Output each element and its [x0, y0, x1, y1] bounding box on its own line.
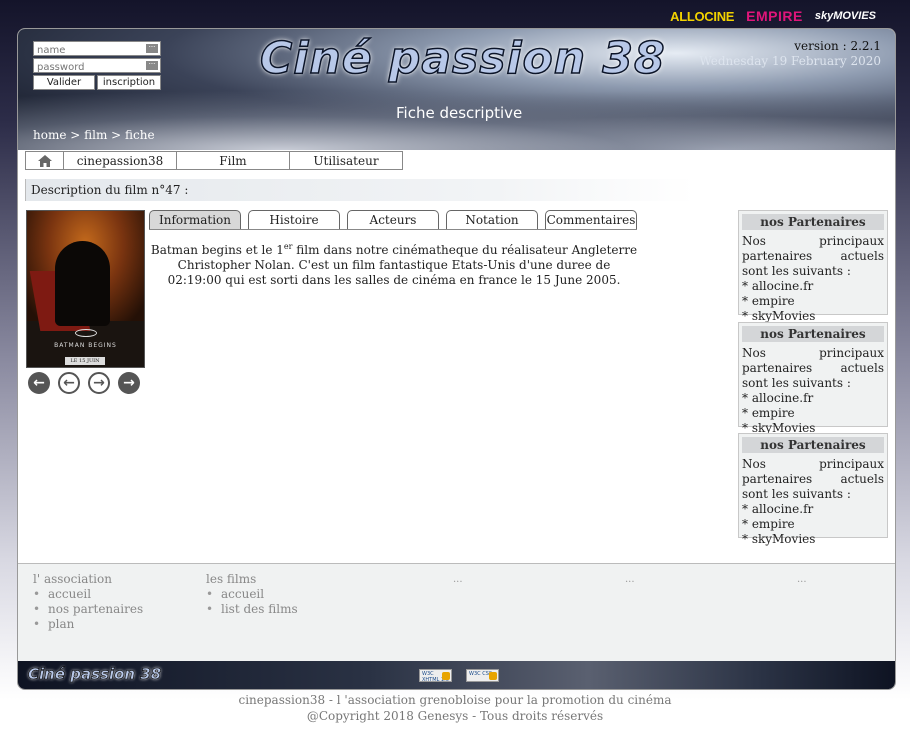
footer-placeholder: ...: [453, 574, 463, 585]
partner-link[interactable]: * skyMovies: [742, 532, 884, 547]
allocine-logo[interactable]: ALLOCINE: [670, 9, 734, 24]
check-icon: [489, 672, 497, 680]
partner-logos-top: ALLOCINE EMPIRE skyMOVIES: [670, 8, 876, 24]
partners-box: nos Partenaires Nos principaux partenair…: [738, 210, 888, 323]
partners-box-text: Nos principaux partenaires actuels sont …: [742, 457, 884, 501]
w3c-css-badge[interactable]: W3C CSS: [466, 669, 499, 682]
partner-link[interactable]: * empire: [742, 294, 884, 309]
header-banner: ··· ··· Valider inscription Ciné passion…: [18, 29, 895, 150]
description-title: Description du film n°47 :: [25, 179, 695, 201]
nav-home[interactable]: [25, 151, 64, 170]
partners-box-title: nos Partenaires: [742, 326, 884, 342]
partners-box-text: Nos principaux partenaires actuels sont …: [742, 234, 884, 278]
footer-films-title: les films: [206, 572, 257, 586]
password-input[interactable]: [34, 61, 139, 74]
info-text-part1: Batman begins et le 1: [150, 243, 284, 257]
tab-acteurs[interactable]: Acteurs: [347, 210, 439, 229]
empire-logo[interactable]: EMPIRE: [746, 8, 803, 24]
next-arrow-icon[interactable]: →: [88, 372, 110, 394]
partner-link[interactable]: * allocine.fr: [742, 502, 884, 517]
film-information-text: Batman begins et le 1er film dans notre …: [149, 243, 639, 288]
field-menu-icon: ···: [146, 44, 158, 53]
partners-box-text: Nos principaux partenaires actuels sont …: [742, 346, 884, 390]
footer-link-accueil[interactable]: accueil: [33, 587, 143, 602]
tab-notation[interactable]: Notation: [446, 210, 538, 229]
skymovies-logo[interactable]: skyMOVIES: [815, 10, 876, 22]
footer-films-column: les films accueil list des films: [206, 572, 298, 617]
site-title: Ciné passion 38: [259, 32, 666, 85]
footer-association-column: l' association accueil nos partenaires p…: [33, 572, 143, 632]
password-field-wrap: ···: [33, 58, 161, 74]
first-arrow-icon[interactable]: ←: [28, 372, 50, 394]
footer-site-logo: Ciné passion 38: [28, 665, 162, 684]
name-field-wrap: ···: [33, 41, 161, 57]
nav-item-utilisateur[interactable]: Utilisateur: [289, 151, 403, 170]
film-tabs: Information Histoire Acteurs Notation Co…: [149, 210, 637, 229]
bottom-band: Ciné passion 38 W3C XHTML 1.0 W3C CSS: [18, 661, 895, 689]
breadcrumb[interactable]: home > film > fiche: [33, 128, 155, 142]
partner-link[interactable]: * allocine.fr: [742, 391, 884, 406]
footer-association-links: accueil nos partenaires plan: [33, 587, 143, 632]
nav-item-cinepassion38[interactable]: cinepassion38: [63, 151, 177, 170]
poster-date: LE 15 JUIN: [65, 357, 105, 365]
field-menu-icon: ···: [146, 61, 158, 70]
last-arrow-icon[interactable]: →: [118, 372, 140, 394]
previous-arrow-icon[interactable]: ←: [58, 372, 80, 394]
partner-link[interactable]: * allocine.fr: [742, 279, 884, 294]
tab-histoire[interactable]: Histoire: [248, 210, 340, 229]
validate-button[interactable]: Valider: [33, 75, 95, 90]
w3c-xhtml-badge[interactable]: W3C XHTML 1.0: [419, 669, 452, 683]
partner-link[interactable]: * empire: [742, 517, 884, 532]
login-form: ··· ··· Valider inscription: [33, 41, 161, 90]
footer-link-plan[interactable]: plan: [33, 617, 143, 632]
movie-poster[interactable]: BATMAN BEGINS LE 15 JUIN: [26, 210, 145, 368]
breadcrumb-text[interactable]: home > film > fiche: [33, 128, 155, 142]
poster-credits: [33, 213, 138, 219]
footer-films-links: accueil list des films: [206, 587, 298, 617]
partners-box-title: nos Partenaires: [742, 214, 884, 230]
name-input[interactable]: [34, 44, 139, 57]
poster-title: BATMAN BEGINS: [54, 342, 117, 349]
bat-logo-icon: [75, 329, 97, 337]
footer-placeholder: ...: [625, 574, 635, 585]
copyright: cinepassion38 - l 'association grenobloi…: [0, 692, 910, 724]
copyright-line-1: cinepassion38 - l 'association grenobloi…: [238, 693, 672, 707]
partners-box: nos Partenaires Nos principaux partenair…: [738, 322, 888, 435]
page-subtitle: Fiche descriptive: [396, 104, 523, 122]
poster-navigation: ← ← → →: [28, 372, 140, 394]
tab-information[interactable]: Information: [149, 210, 241, 229]
partner-link[interactable]: * empire: [742, 406, 884, 421]
current-date: Wednesday 19 February 2020: [699, 54, 881, 68]
version-label: version : 2.2.1: [794, 39, 881, 53]
partners-box-title: nos Partenaires: [742, 437, 884, 453]
login-buttons: Valider inscription: [33, 75, 161, 90]
page-container: ··· ··· Valider inscription Ciné passion…: [17, 28, 896, 690]
footer: l' association accueil nos partenaires p…: [18, 563, 895, 661]
register-button[interactable]: inscription: [97, 75, 161, 90]
poster-figure: [55, 241, 110, 326]
check-icon: [442, 672, 450, 680]
footer-placeholder: ...: [797, 574, 807, 585]
tab-commentaires[interactable]: Commentaires: [545, 210, 637, 229]
main-nav: cinepassion38 Film Utilisateur: [25, 151, 895, 170]
nav-item-film[interactable]: Film: [176, 151, 290, 170]
copyright-line-2: @Copyright 2018 Genesys - Tous droits ré…: [306, 709, 604, 723]
tab-divider: [149, 229, 637, 230]
footer-link-list-films[interactable]: list des films: [206, 602, 298, 617]
footer-link-films-accueil[interactable]: accueil: [206, 587, 298, 602]
footer-link-partenaires[interactable]: nos partenaires: [33, 602, 143, 617]
home-icon: [37, 154, 52, 167]
footer-association-title: l' association: [33, 572, 112, 586]
partners-box: nos Partenaires Nos principaux partenair…: [738, 433, 888, 546]
